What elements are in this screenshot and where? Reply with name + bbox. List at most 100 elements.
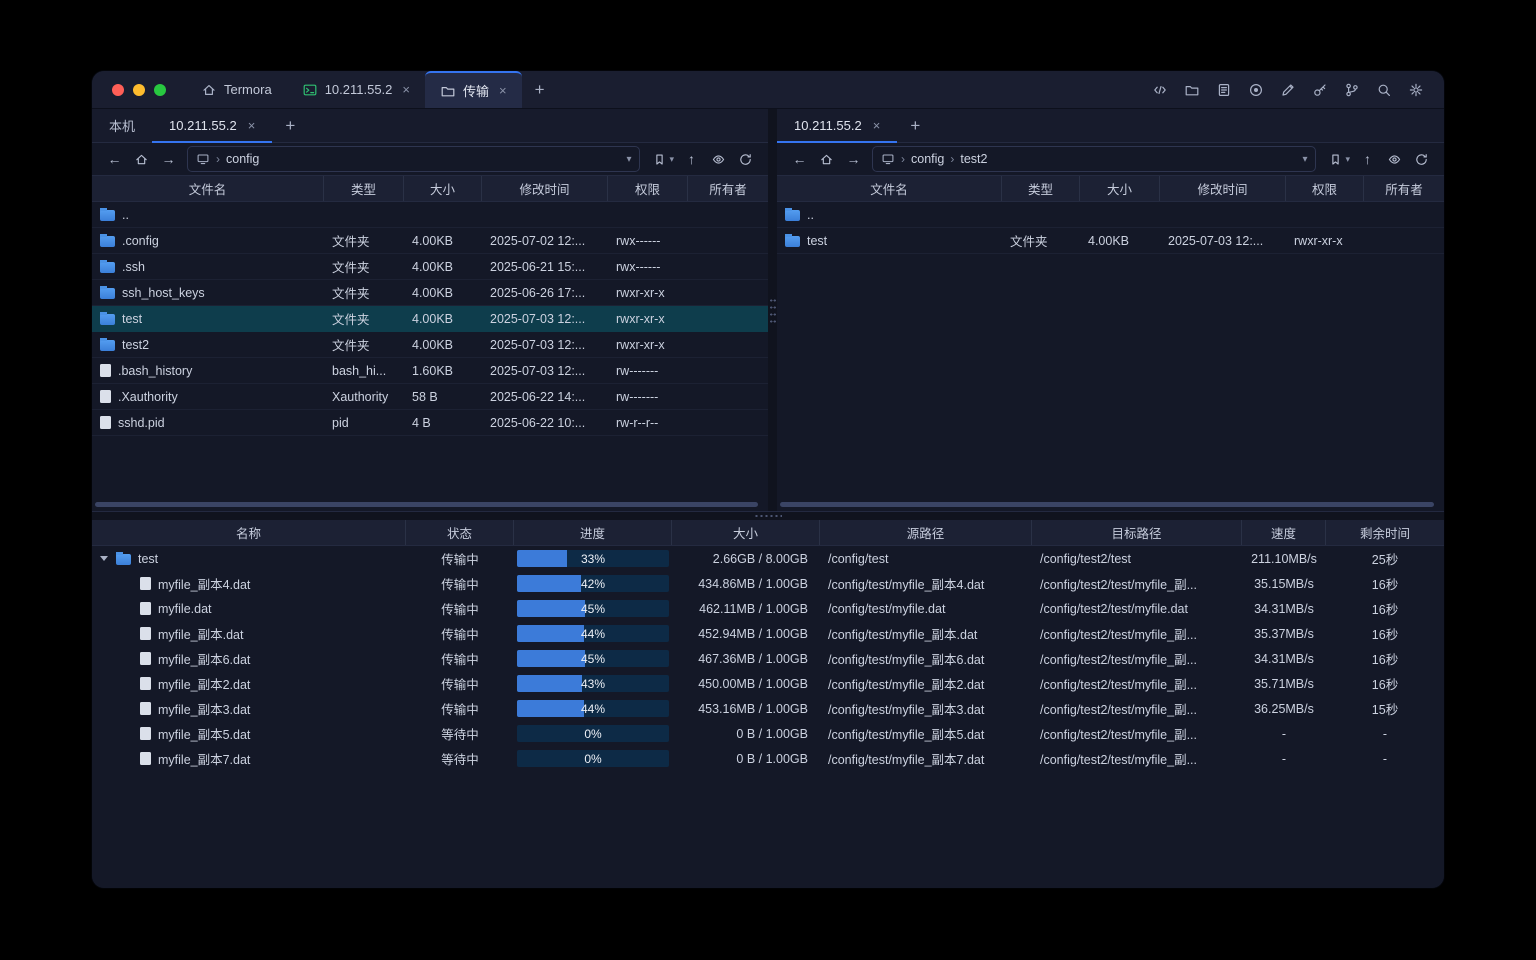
refresh-button[interactable] <box>733 147 758 171</box>
transfer-row[interactable]: myfile_副本5.dat 等待中 0% 0 B / 1.00GB /conf… <box>92 721 1444 746</box>
column-header[interactable]: 类型 <box>324 176 404 201</box>
upload-button[interactable]: ↑ <box>679 147 704 171</box>
splitter-grip-icon[interactable] <box>754 514 782 518</box>
breadcrumb-segment[interactable]: config <box>911 152 944 166</box>
transfers-panel: 名称 状态 进度 大小 源路径 目标路径 速度 剩余时间 test 传输中 33… <box>92 520 1444 888</box>
record-icon[interactable] <box>1244 78 1268 102</box>
file-icon <box>100 390 111 403</box>
upload-button[interactable]: ↑ <box>1355 147 1380 171</box>
search-icon[interactable] <box>1372 78 1396 102</box>
column-header[interactable]: 大小 <box>404 176 482 201</box>
horizontal-scrollbar[interactable] <box>95 502 765 507</box>
chevron-down-icon[interactable]: ▾ <box>626 154 631 165</box>
tab-close-icon[interactable]: × <box>499 83 507 98</box>
panel-splitter[interactable] <box>768 109 777 511</box>
back-button[interactable]: ← <box>102 147 127 171</box>
new-panel-tab-button[interactable]: + <box>272 109 308 142</box>
table-row[interactable]: .config 文件夹 4.00KB 2025-07-02 12:... rwx… <box>92 228 768 254</box>
column-header[interactable]: 状态 <box>406 520 514 545</box>
tab-remote-host[interactable]: 10.211.55.2 × <box>777 109 897 142</box>
code-icon[interactable] <box>1148 78 1172 102</box>
transfer-row[interactable]: test 传输中 33% 2.66GB / 8.00GB /config/tes… <box>92 546 1444 571</box>
log-icon[interactable] <box>1212 78 1236 102</box>
table-row-parent-dir[interactable]: .. <box>92 202 768 228</box>
table-row[interactable]: sshd.pid pid 4 B 2025-06-22 10:... rw-r-… <box>92 410 768 436</box>
refresh-button[interactable] <box>1409 147 1434 171</box>
breadcrumb-segment[interactable]: config <box>226 152 259 166</box>
table-row[interactable]: .Xauthority Xauthority 58 B 2025-06-22 1… <box>92 384 768 410</box>
branch-icon[interactable] <box>1340 78 1364 102</box>
minimize-window-button[interactable] <box>133 84 145 96</box>
transfer-row[interactable]: myfile_副本2.dat 传输中 43% 450.00MB / 1.00GB… <box>92 671 1444 696</box>
column-header[interactable]: 文件名 <box>92 176 324 201</box>
file-icon <box>100 416 111 429</box>
close-window-button[interactable] <box>112 84 124 96</box>
tab-close-icon[interactable]: × <box>248 118 256 133</box>
column-header[interactable]: 权限 <box>1286 176 1364 201</box>
new-panel-tab-button[interactable]: + <box>897 109 933 142</box>
column-header[interactable]: 大小 <box>672 520 820 545</box>
column-header[interactable]: 修改时间 <box>482 176 608 201</box>
key-icon[interactable] <box>1308 78 1332 102</box>
zoom-window-button[interactable] <box>154 84 166 96</box>
column-header[interactable]: 类型 <box>1002 176 1080 201</box>
tab-close-icon[interactable]: × <box>402 82 410 97</box>
show-hidden-button[interactable] <box>706 147 731 171</box>
table-row[interactable]: .bash_history bash_hi... 1.60KB 2025-07-… <box>92 358 768 384</box>
table-row[interactable]: .ssh 文件夹 4.00KB 2025-06-21 15:... rwx---… <box>92 254 768 280</box>
tab-termora[interactable]: Termora <box>186 71 287 108</box>
home-button[interactable] <box>129 147 154 171</box>
back-button[interactable]: ← <box>787 147 812 171</box>
bookmark-button[interactable]: ▾ <box>649 152 677 167</box>
chevron-down-icon[interactable]: ▾ <box>1302 154 1307 165</box>
table-row-selected[interactable]: test 文件夹 4.00KB 2025-07-03 12:... rwxr-x… <box>92 306 768 332</box>
path-breadcrumb[interactable]: › config › test2 ▾ <box>872 146 1316 172</box>
scrollbar-thumb[interactable] <box>780 502 1434 507</box>
column-header[interactable]: 文件名 <box>777 176 1002 201</box>
table-row[interactable]: test2 文件夹 4.00KB 2025-07-03 12:... rwxr-… <box>92 332 768 358</box>
table-row[interactable]: ssh_host_keys 文件夹 4.00KB 2025-06-26 17:.… <box>92 280 768 306</box>
tab-local[interactable]: 本机 <box>92 109 152 142</box>
table-row[interactable]: test 文件夹 4.00KB 2025-07-03 12:... rwxr-x… <box>777 228 1444 254</box>
breadcrumb-segment[interactable]: test2 <box>960 152 987 166</box>
forward-button[interactable]: → <box>156 147 181 171</box>
scrollbar-thumb[interactable] <box>95 502 758 507</box>
collapse-chevron-icon[interactable] <box>100 556 108 561</box>
column-header[interactable]: 剩余时间 <box>1326 520 1444 545</box>
tab-transfer[interactable]: 传输 × <box>425 71 522 108</box>
transfer-row[interactable]: myfile_副本3.dat 传输中 44% 453.16MB / 1.00GB… <box>92 696 1444 721</box>
column-header[interactable]: 源路径 <box>820 520 1032 545</box>
edit-icon[interactable] <box>1276 78 1300 102</box>
progress-bar: 42% <box>517 575 669 592</box>
column-header[interactable]: 目标路径 <box>1032 520 1242 545</box>
folder-icon[interactable] <box>1180 78 1204 102</box>
settings-icon[interactable] <box>1404 78 1428 102</box>
horizontal-scrollbar[interactable] <box>780 502 1441 507</box>
right-panel-toolbar: ← → › config › test2 ▾ ▾ ↑ <box>777 143 1444 175</box>
transfer-row[interactable]: myfile_副本6.dat 传输中 45% 467.36MB / 1.00GB… <box>92 646 1444 671</box>
transfer-row[interactable]: myfile_副本7.dat 等待中 0% 0 B / 1.00GB /conf… <box>92 746 1444 771</box>
splitter-grip-icon[interactable] <box>769 297 776 323</box>
show-hidden-button[interactable] <box>1382 147 1407 171</box>
tab-close-icon[interactable]: × <box>873 118 881 133</box>
home-button[interactable] <box>814 147 839 171</box>
column-header[interactable]: 大小 <box>1080 176 1160 201</box>
column-header[interactable]: 权限 <box>608 176 688 201</box>
tab-remote-host[interactable]: 10.211.55.2 × <box>152 109 272 142</box>
column-header[interactable]: 名称 <box>92 520 406 545</box>
bookmark-button[interactable]: ▾ <box>1325 152 1353 167</box>
transfers-splitter[interactable] <box>92 511 1444 520</box>
table-row-parent-dir[interactable]: .. <box>777 202 1444 228</box>
new-main-tab-button[interactable]: + <box>522 71 558 108</box>
tab-host-terminal[interactable]: 10.211.55.2 × <box>287 71 425 108</box>
column-header[interactable]: 进度 <box>514 520 672 545</box>
transfer-row[interactable]: myfile.dat 传输中 45% 462.11MB / 1.00GB /co… <box>92 596 1444 621</box>
path-breadcrumb[interactable]: › config ▾ <box>187 146 640 172</box>
transfer-row[interactable]: myfile_副本.dat 传输中 44% 452.94MB / 1.00GB … <box>92 621 1444 646</box>
column-header[interactable]: 所有者 <box>1364 176 1444 201</box>
column-header[interactable]: 所有者 <box>688 176 768 201</box>
column-header[interactable]: 修改时间 <box>1160 176 1286 201</box>
forward-button[interactable]: → <box>841 147 866 171</box>
transfer-row[interactable]: myfile_副本4.dat 传输中 42% 434.86MB / 1.00GB… <box>92 571 1444 596</box>
column-header[interactable]: 速度 <box>1242 520 1326 545</box>
